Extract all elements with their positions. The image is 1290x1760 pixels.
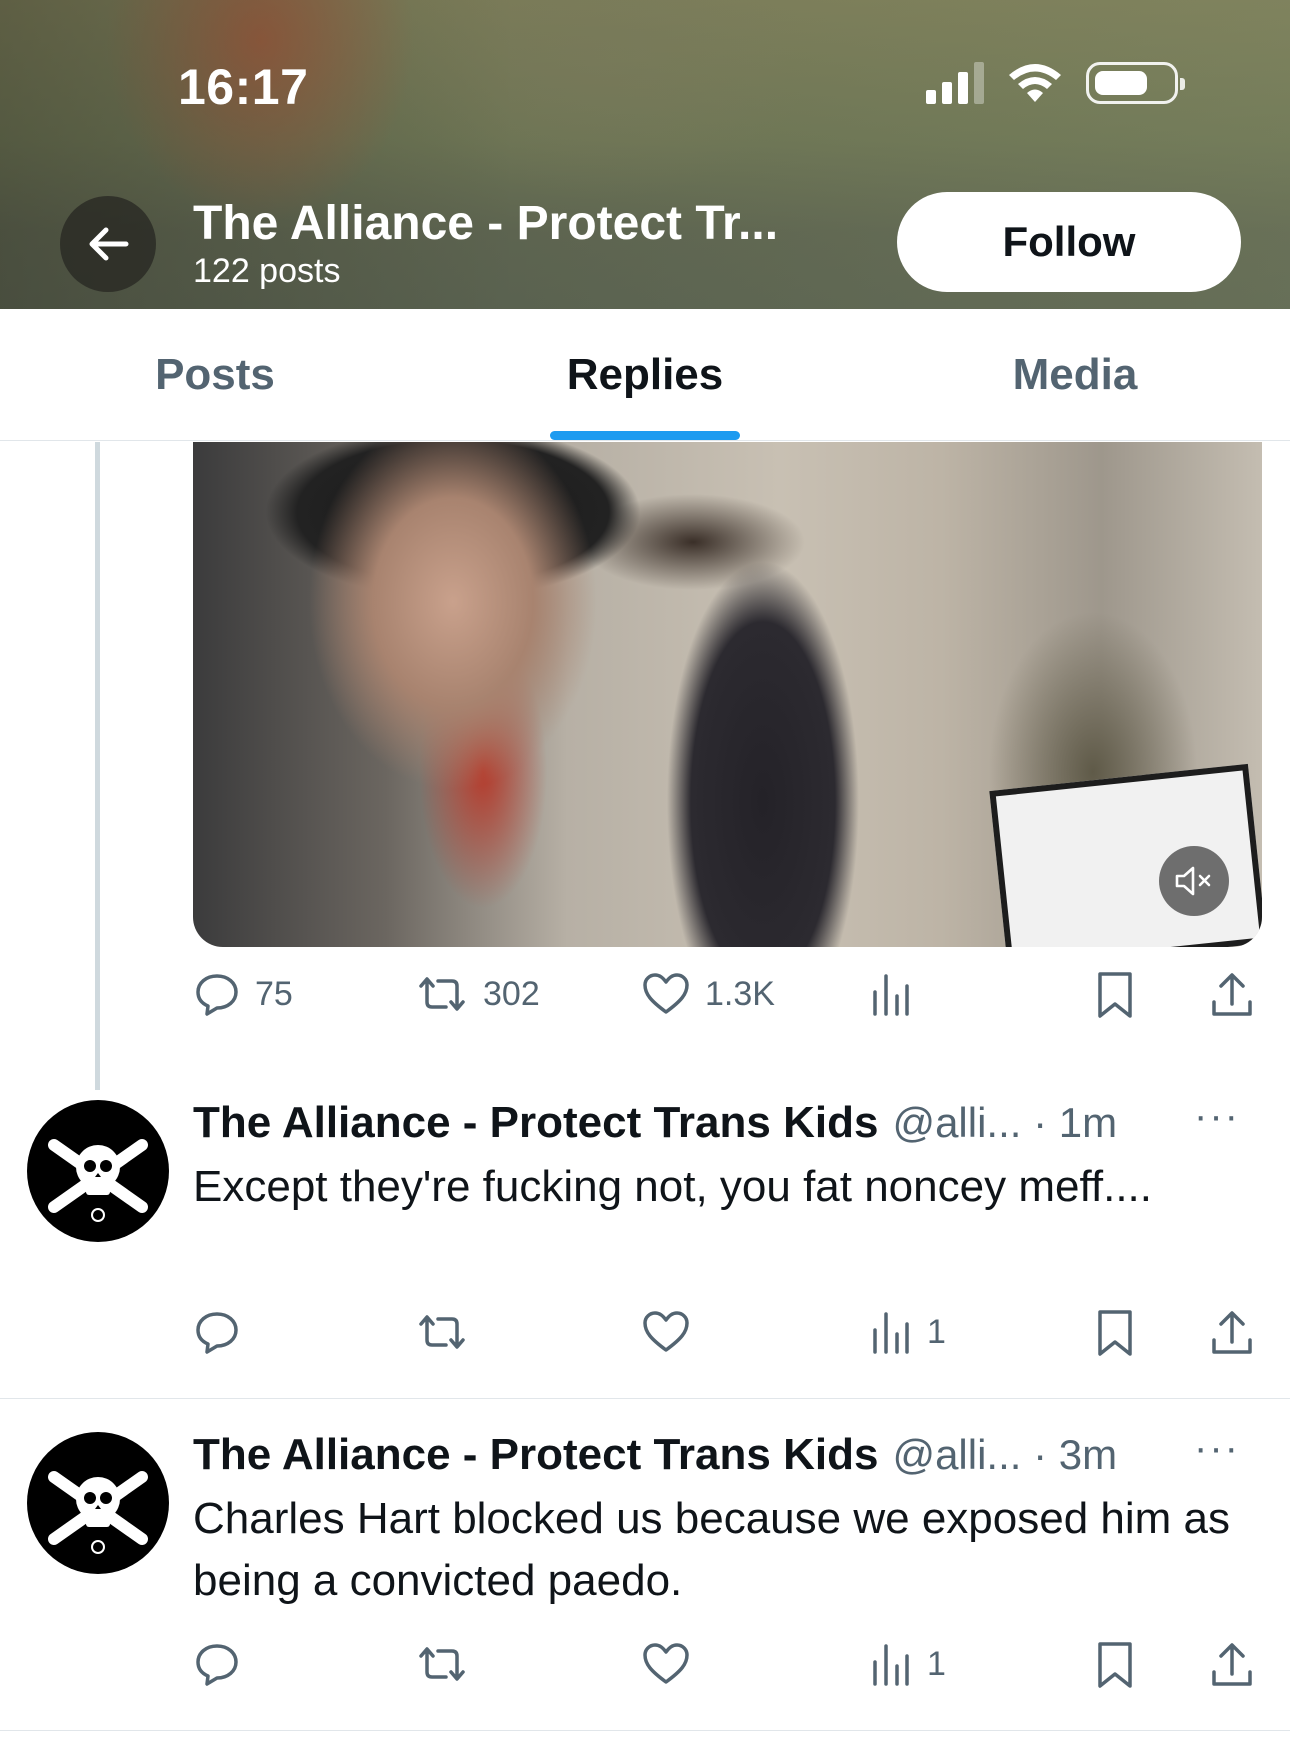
profile-name: The Alliance - Protect Tr... xyxy=(193,197,779,250)
views-chart-icon xyxy=(873,974,909,1016)
author-handle-time[interactable]: @alli... · 3m xyxy=(892,1431,1117,1479)
reply-icon xyxy=(196,1644,238,1686)
heart-icon xyxy=(643,973,689,1014)
speaker-muted-icon xyxy=(1175,866,1211,896)
share-button[interactable] xyxy=(1209,1308,1255,1358)
follow-button[interactable]: Follow xyxy=(897,192,1241,292)
views-button[interactable] xyxy=(869,970,927,1018)
tab-media[interactable]: Media xyxy=(860,309,1290,440)
video-post-actions: 75 302 1.3K xyxy=(193,970,1252,1030)
thread-connector-line xyxy=(95,442,100,1090)
post-count: 122 posts xyxy=(193,252,341,290)
status-time: 16:17 xyxy=(178,59,309,115)
reply-icon xyxy=(196,1312,238,1354)
reply-icon xyxy=(196,974,238,1016)
tab-replies[interactable]: Replies xyxy=(430,309,860,440)
bookmark-button[interactable] xyxy=(1093,970,1137,1020)
tab-posts[interactable]: Posts xyxy=(0,309,430,440)
tab-label: Replies xyxy=(566,349,724,399)
skull-crossbones-icon xyxy=(48,1471,148,1554)
reply-button[interactable] xyxy=(193,1308,255,1356)
like-button[interactable] xyxy=(641,1308,705,1356)
views-count: 1 xyxy=(927,1312,946,1351)
repost-icon xyxy=(419,1315,465,1349)
post-actions: 1 xyxy=(193,1308,1252,1368)
bookmark-button[interactable] xyxy=(1093,1640,1137,1690)
repost-button[interactable]: 302 xyxy=(415,970,540,1018)
arrow-left-icon xyxy=(89,227,129,261)
repost-button[interactable] xyxy=(415,1308,483,1356)
status-icons xyxy=(926,62,1185,104)
back-button[interactable] xyxy=(60,196,156,292)
share-icon xyxy=(1212,973,1252,1016)
like-count: 1.3K xyxy=(705,974,775,1013)
views-count: 1 xyxy=(927,1644,946,1683)
views-button[interactable]: 1 xyxy=(869,1308,946,1356)
bookmark-icon xyxy=(1098,1310,1132,1356)
profile-tabs: Posts Replies Media xyxy=(0,309,1290,441)
share-button[interactable] xyxy=(1209,1640,1255,1690)
like-button[interactable] xyxy=(641,1640,705,1688)
more-options-button[interactable]: ··· xyxy=(1194,1426,1240,1471)
post-header: The Alliance - Protect Trans Kids @alli.… xyxy=(193,1430,1117,1480)
cellular-signal-icon xyxy=(926,62,984,104)
reply-button[interactable]: 75 xyxy=(193,970,293,1018)
share-icon xyxy=(1212,1311,1252,1354)
post-actions: 1 xyxy=(193,1640,1252,1700)
bookmark-icon xyxy=(1098,972,1132,1018)
avatar[interactable] xyxy=(27,1432,169,1574)
avatar[interactable] xyxy=(27,1100,169,1242)
post-text: Except they're fucking not, you fat nonc… xyxy=(193,1162,1152,1211)
bookmark-button[interactable] xyxy=(1093,1308,1137,1358)
reply-post[interactable]: The Alliance - Protect Trans Kids @alli.… xyxy=(0,1422,1290,1730)
heart-icon xyxy=(643,1643,689,1684)
post-divider xyxy=(0,1398,1290,1399)
views-button[interactable]: 1 xyxy=(869,1640,946,1688)
repost-icon xyxy=(419,1647,465,1681)
heart-icon xyxy=(643,1311,689,1352)
post-text: Charles Hart blocked us because we expos… xyxy=(193,1494,1230,1605)
reply-button[interactable] xyxy=(193,1640,255,1688)
like-button[interactable]: 1.3K xyxy=(641,970,775,1018)
repost-icon xyxy=(419,977,465,1011)
skull-crossbones-icon xyxy=(48,1139,148,1222)
share-icon xyxy=(1212,1643,1252,1686)
repost-button[interactable] xyxy=(415,1640,483,1688)
video-player[interactable] xyxy=(193,442,1262,947)
author-name[interactable]: The Alliance - Protect Trans Kids xyxy=(193,1430,878,1480)
active-tab-indicator xyxy=(550,431,740,440)
more-options-button[interactable]: ··· xyxy=(1194,1094,1240,1139)
repost-count: 302 xyxy=(483,974,540,1013)
bookmark-icon xyxy=(1098,1642,1132,1688)
battery-icon xyxy=(1086,62,1185,104)
reply-count: 75 xyxy=(255,974,293,1013)
author-name[interactable]: The Alliance - Protect Trans Kids xyxy=(193,1098,878,1148)
wifi-icon xyxy=(1009,64,1061,102)
views-chart-icon xyxy=(873,1644,909,1686)
author-handle-time[interactable]: @alli... · 1m xyxy=(892,1099,1117,1147)
views-chart-icon xyxy=(873,1312,909,1354)
video-sign-board xyxy=(989,763,1262,947)
post-header: The Alliance - Protect Trans Kids @alli.… xyxy=(193,1098,1117,1148)
share-button[interactable] xyxy=(1209,970,1255,1020)
reply-post[interactable]: The Alliance - Protect Trans Kids @alli.… xyxy=(0,1090,1290,1398)
post-divider xyxy=(0,1730,1290,1731)
mute-button[interactable] xyxy=(1159,846,1229,916)
profile-header: 16:17 The Alliance - Protect Tr... 122 p… xyxy=(0,0,1290,309)
tab-label: Posts xyxy=(155,349,275,399)
tab-label: Media xyxy=(1012,349,1138,399)
